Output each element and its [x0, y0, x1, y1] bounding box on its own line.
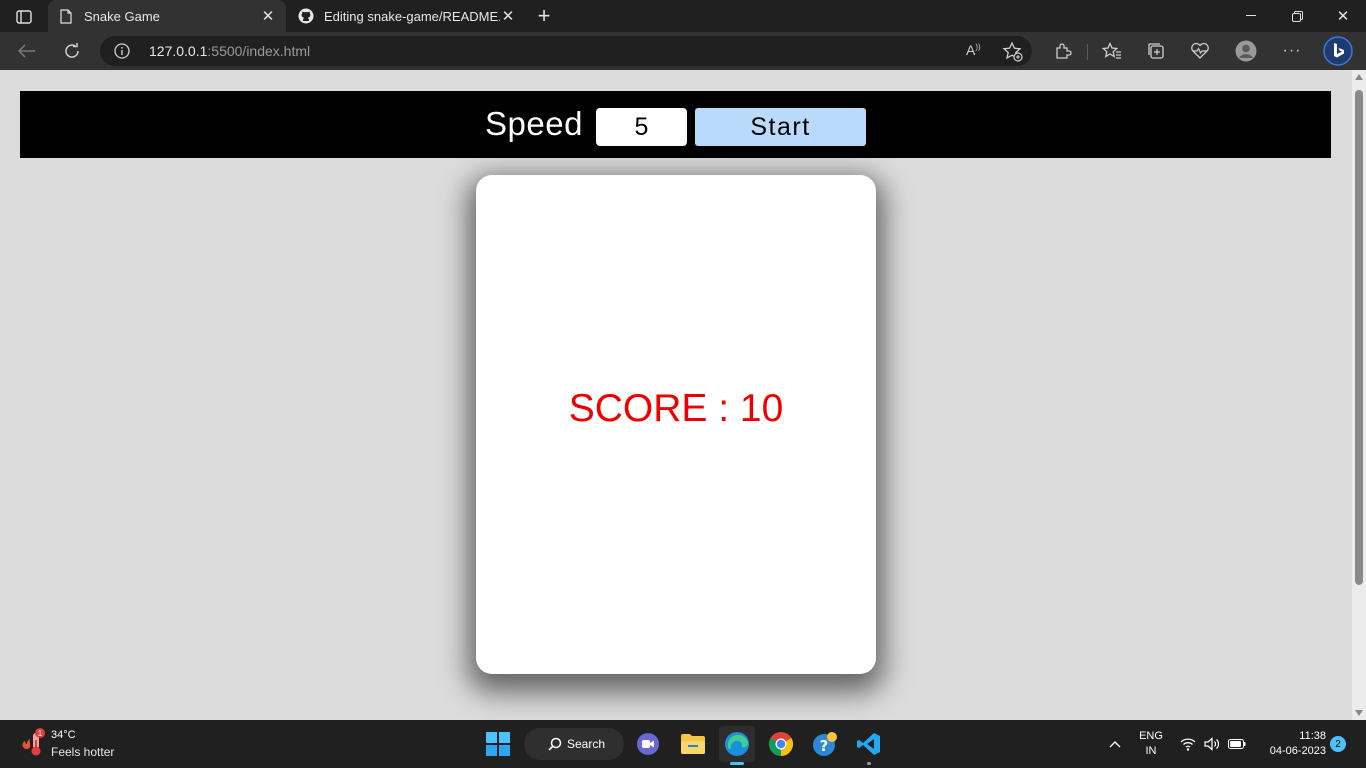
vscode-icon[interactable] [851, 726, 887, 765]
start-button[interactable]: Start [695, 108, 866, 146]
notification-badge[interactable]: 2 [1330, 736, 1346, 752]
volume-icon[interactable] [1204, 720, 1220, 768]
tab-title: Snake Game [84, 8, 160, 24]
battery-icon[interactable] [1228, 720, 1246, 768]
clock-date: 04-06-2023 [1269, 745, 1326, 757]
lang-code: ENG [1139, 730, 1163, 742]
active-app-indicator [730, 762, 744, 765]
window-close-icon[interactable]: ✕ [1320, 0, 1366, 32]
more-options-icon[interactable]: ··· [1277, 36, 1307, 66]
extensions-icon[interactable] [1048, 36, 1078, 66]
tab-snake-game[interactable]: Snake Game ✕ [48, 0, 286, 32]
clock-time: 11:38 [1299, 730, 1326, 742]
read-aloud-icon[interactable]: A)) [966, 42, 981, 58]
tab-readme-editor[interactable]: Editing snake-game/README.md ✕ [290, 0, 524, 32]
input-language[interactable]: ENG IN [1136, 729, 1166, 759]
taskbar-search[interactable]: Search [524, 728, 624, 760]
favorites-icon[interactable] [1097, 36, 1127, 66]
scroll-up-icon[interactable] [1355, 74, 1363, 80]
tab-title: Editing snake-game/README.md [324, 8, 500, 24]
speed-label: Speed [485, 105, 583, 142]
weather-temperature: 34°C [51, 729, 76, 741]
page-icon [58, 8, 74, 24]
file-explorer-icon[interactable] [675, 726, 711, 762]
url-text: 127.0.0.1:5500/index.html [149, 43, 310, 59]
site-info-icon[interactable] [114, 43, 130, 59]
chrome-icon[interactable] [763, 726, 799, 762]
page-viewport: Speed Start SCORE : 10 [0, 70, 1352, 720]
wifi-icon[interactable] [1180, 720, 1196, 768]
url-path: :5500/index.html [207, 43, 311, 59]
start-menu-icon[interactable] [480, 726, 516, 762]
health-icon[interactable] [1185, 36, 1215, 66]
speed-input[interactable] [596, 108, 687, 146]
scroll-thumb[interactable] [1355, 90, 1363, 585]
game-header: Speed Start [20, 91, 1331, 158]
toolbar-divider [1087, 44, 1088, 60]
score-text: SCORE : 10 [568, 387, 784, 430]
add-favorite-icon[interactable] [1002, 41, 1024, 63]
game-board: SCORE : 10 [476, 175, 876, 674]
url-host: 127.0.0.1 [149, 43, 208, 59]
teams-chat-icon[interactable] [630, 726, 666, 762]
weather-badge: 1 [35, 728, 45, 738]
search-label: Search [567, 737, 606, 751]
refresh-icon[interactable] [57, 36, 87, 66]
page-scrollbar[interactable] [1352, 70, 1366, 720]
profile-avatar-icon[interactable] [1231, 36, 1261, 66]
new-tab-icon[interactable]: + [532, 3, 556, 28]
bing-chat-icon[interactable] [1323, 36, 1353, 66]
svg-text:?: ? [820, 737, 829, 755]
minimize-icon[interactable] [1228, 0, 1274, 32]
search-icon [548, 737, 562, 751]
open-app-indicator [867, 762, 871, 765]
close-tab-icon[interactable]: ✕ [260, 8, 276, 25]
github-icon [298, 8, 314, 24]
show-hidden-icons[interactable] [1108, 720, 1122, 768]
windows-taskbar: 1 34°C Feels hotter Search ? ENG IN 11:3… [0, 720, 1366, 768]
tab-actions-icon[interactable] [10, 6, 38, 28]
scroll-down-icon[interactable] [1355, 710, 1363, 716]
collections-icon[interactable] [1141, 36, 1171, 66]
browser-tab-bar: Snake Game ✕ Editing snake-game/README.m… [0, 0, 1366, 32]
browser-toolbar: 127.0.0.1:5500/index.html A)) ··· [0, 32, 1366, 70]
restore-icon[interactable] [1274, 0, 1320, 32]
edge-browser-icon[interactable] [719, 726, 755, 765]
system-clock[interactable]: 11:38 04-06-2023 [1256, 729, 1326, 759]
help-app-icon[interactable]: ? [807, 726, 843, 762]
weather-description: Feels hotter [51, 745, 115, 759]
back-icon[interactable] [12, 36, 42, 66]
lang-region: IN [1145, 745, 1157, 757]
close-tab-icon[interactable]: ✕ [500, 8, 516, 25]
address-bar[interactable]: 127.0.0.1:5500/index.html A)) [100, 36, 1032, 66]
